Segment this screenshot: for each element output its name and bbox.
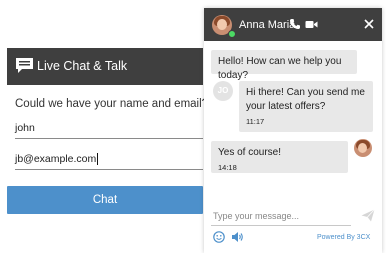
visitor-message: Hi there! Can you send me your latest of… <box>239 81 373 132</box>
prechat-form: Live Chat & Talk Could we have your name… <box>7 48 208 253</box>
speaker-icon[interactable] <box>231 231 244 243</box>
email-field[interactable]: jb@example.com <box>15 149 203 170</box>
agent-avatar <box>354 139 372 157</box>
prechat-question: Could we have your name and email? <box>15 98 209 110</box>
video-icon[interactable] <box>305 19 318 30</box>
message-text: Hello! How can we help you today? <box>218 56 342 81</box>
name-field-value: john <box>15 122 35 134</box>
message-input[interactable] <box>211 208 355 224</box>
message-text: Hi there! Can you send me your latest of… <box>246 87 365 112</box>
emoji-icon[interactable] <box>213 231 225 243</box>
chat-button[interactable]: Chat <box>7 186 203 214</box>
agent-message: Hello! How can we help you today? <box>211 50 357 81</box>
prechat-title: Live Chat & Talk <box>37 59 128 73</box>
message-time: 11:17 <box>246 117 265 126</box>
powered-by-link[interactable]: Powered By 3CX <box>317 234 370 241</box>
phone-icon[interactable] <box>289 18 301 30</box>
text-caret <box>97 153 99 166</box>
agent-message: Yes of course! 14:18 <box>211 141 348 173</box>
online-status-dot <box>228 30 236 38</box>
send-icon[interactable] <box>361 209 375 222</box>
chat-header: Anna Maria <box>204 8 382 41</box>
agent-name: Anna Maria <box>239 19 296 31</box>
close-icon[interactable] <box>364 19 374 29</box>
prechat-header: Live Chat & Talk <box>7 48 203 85</box>
name-field[interactable]: john <box>15 118 203 139</box>
chat-bubble-icon <box>16 58 33 73</box>
input-underline <box>211 225 351 226</box>
email-field-value: jb@example.com <box>15 153 97 165</box>
message-time: 14:18 <box>218 163 237 172</box>
message-composer <box>211 208 375 226</box>
message-text: Yes of course! <box>218 147 282 158</box>
chat-window: Anna Maria Hello! How can we help you to… <box>204 8 382 253</box>
visitor-avatar: JO <box>213 81 233 101</box>
